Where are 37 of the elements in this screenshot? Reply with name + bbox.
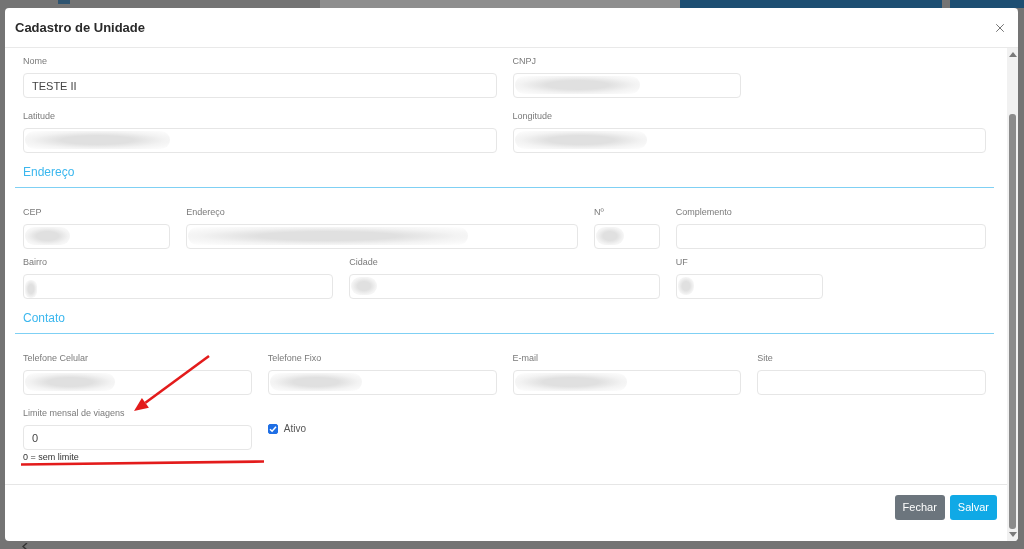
field-label: Longitude bbox=[512, 110, 554, 122]
field-label: CNPJ bbox=[512, 55, 537, 67]
field-label: Telefone Fixo bbox=[267, 352, 323, 364]
background-menu-icon bbox=[58, 0, 70, 4]
field-label: Latitude bbox=[23, 110, 57, 122]
field-label: Bairro bbox=[23, 256, 48, 268]
scrollbar[interactable] bbox=[1007, 48, 1018, 541]
checkbox[interactable] bbox=[267, 424, 278, 434]
checkbox-label: Ativo bbox=[283, 423, 306, 435]
field-label: Site bbox=[757, 352, 774, 364]
field-label: Nome bbox=[23, 55, 48, 67]
section-heading: Contato bbox=[23, 311, 66, 325]
dialog-button[interactable]: Fechar bbox=[894, 495, 945, 520]
field-label: Telefone Celular bbox=[23, 352, 90, 364]
check-icon bbox=[268, 425, 277, 433]
field-label: E-mail bbox=[512, 352, 539, 364]
scroll-up-icon[interactable] bbox=[1008, 52, 1017, 57]
field-label: Nº bbox=[594, 206, 605, 218]
input-field[interactable]: TESTE II bbox=[23, 73, 497, 98]
input-field[interactable]: 0 bbox=[23, 425, 252, 450]
input-field[interactable] bbox=[349, 274, 660, 299]
section-heading: Endereço bbox=[23, 165, 75, 179]
input-field[interactable] bbox=[757, 370, 986, 395]
field-label: Endereço bbox=[186, 206, 226, 218]
field-label: UF bbox=[675, 256, 689, 268]
field-hint: 0 = sem limite bbox=[23, 452, 80, 463]
field-label: Cidade bbox=[349, 256, 379, 268]
field-label: CEP bbox=[23, 206, 43, 218]
input-field[interactable] bbox=[675, 224, 986, 249]
dialog-title: Cadastro de Unidade bbox=[15, 18, 146, 37]
scrollbar-thumb[interactable] bbox=[1009, 114, 1016, 529]
chevron-left-icon bbox=[22, 543, 28, 549]
field-label: Limite mensal de viagens bbox=[23, 407, 126, 419]
input-field[interactable] bbox=[675, 274, 823, 299]
field-label: Complemento bbox=[675, 206, 733, 218]
input-field[interactable] bbox=[23, 274, 334, 299]
scroll-down-icon[interactable] bbox=[1008, 532, 1017, 537]
